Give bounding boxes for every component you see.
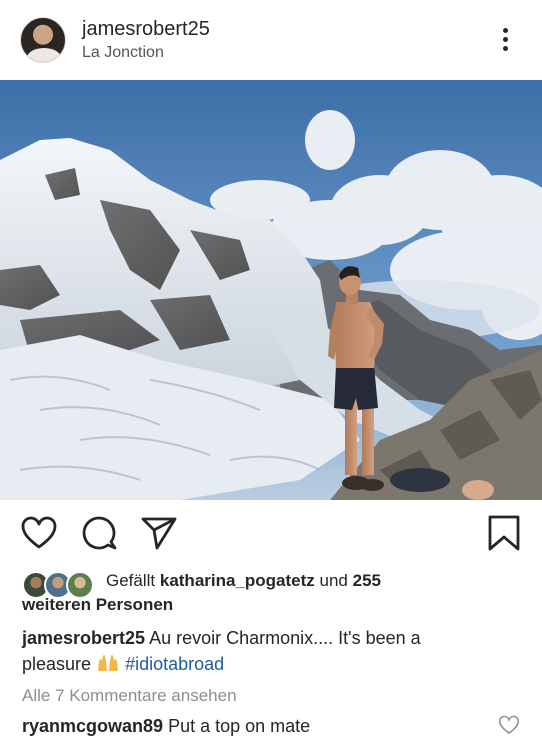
- comment-heart-icon[interactable]: [498, 714, 520, 736]
- heart-icon[interactable]: [20, 514, 58, 552]
- caption-username[interactable]: jamesrobert25: [22, 628, 145, 648]
- post-photo[interactable]: [0, 80, 542, 500]
- likes-count[interactable]: 255: [353, 571, 381, 590]
- post-location[interactable]: La Jonction: [82, 44, 164, 62]
- comment-row: ryanmcgowan89 Put a top on mate: [22, 716, 310, 737]
- caption-text-end: pleasure: [22, 654, 92, 674]
- action-bar: [0, 500, 542, 566]
- liker-username[interactable]: katharina_pogatetz: [160, 571, 315, 590]
- avatar-shirt: [27, 48, 61, 62]
- profile-avatar[interactable]: [20, 17, 66, 63]
- comment-username[interactable]: ryanmcgowan89: [22, 716, 163, 736]
- liker-avatar: [66, 571, 94, 599]
- comment-icon[interactable]: [80, 514, 118, 552]
- view-all-comments-link[interactable]: Alle 7 Kommentare ansehen: [22, 686, 237, 706]
- caption-text: Au revoir Charmonix.... It's been a: [149, 628, 421, 648]
- more-vertical-icon[interactable]: [494, 26, 518, 54]
- likes-summary[interactable]: Gefällt katharina_pogatetz und 255 weite…: [22, 569, 522, 617]
- likes-prefix: Gefällt: [106, 571, 160, 590]
- likes-and: und: [314, 571, 353, 590]
- comment-text: Put a top on mate: [168, 716, 311, 736]
- post-caption: jamesrobert25 Au revoir Charmonix.... It…: [22, 625, 522, 677]
- caption-hashtag[interactable]: #idiotabroad: [125, 654, 224, 674]
- post-header: jamesrobert25 La Jonction: [0, 0, 542, 80]
- liker-avatars: [22, 571, 102, 599]
- bookmark-icon[interactable]: [485, 514, 523, 552]
- post-username[interactable]: jamesrobert25: [82, 18, 210, 41]
- send-icon[interactable]: [140, 514, 178, 552]
- raising-hands-emoji: [96, 653, 120, 673]
